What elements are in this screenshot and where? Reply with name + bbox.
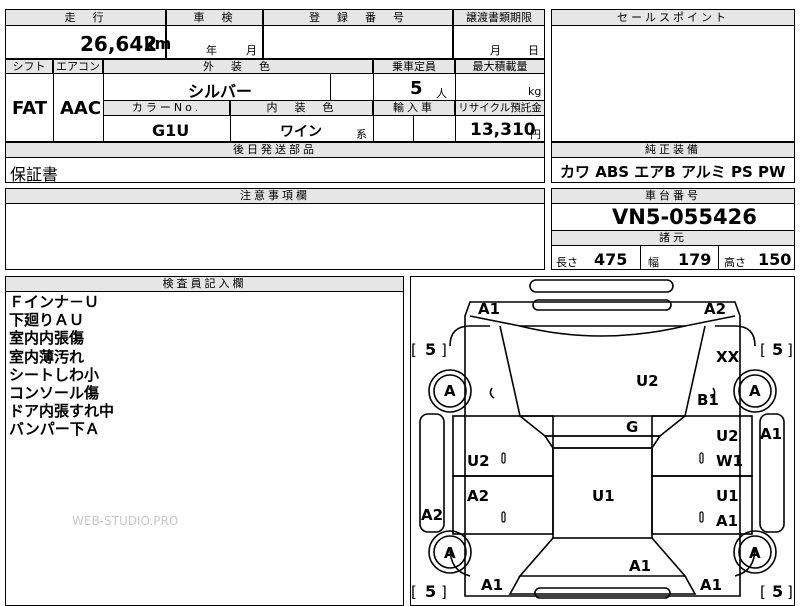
sales-point-header: セールスポイント	[551, 9, 795, 26]
transfer-month-unit: 月	[490, 44, 501, 57]
mark-left-sill: A2	[421, 506, 444, 524]
color-no-divider	[230, 116, 231, 142]
length-label: 長さ	[556, 256, 578, 269]
tire-br-close: ]	[787, 583, 793, 601]
inspector-line: シートしわ小	[9, 365, 100, 384]
inspector-line: 室内内張傷	[9, 329, 85, 348]
transfer-header: 譲渡書類期限	[453, 9, 545, 26]
color-no-header: カラーNo.	[103, 100, 230, 116]
interior-color-header: 内 装 色	[230, 100, 373, 116]
mark-rear-right-wheel: A	[749, 544, 761, 562]
exterior-color-header: 外 装 色	[103, 59, 373, 74]
inspection-header: 車 検	[166, 9, 263, 26]
dimensions-header: 諸元	[551, 230, 795, 246]
mark-rear-right-corner: A1	[700, 576, 723, 594]
shift-value: FAT	[12, 98, 48, 119]
ac-value: AAC	[60, 98, 102, 119]
mark-right-a-pillar: A1	[760, 425, 783, 443]
mark-front-right-door-lower: W1	[716, 452, 743, 470]
sales-point-cell	[551, 9, 795, 142]
exterior-color-box	[330, 74, 331, 100]
tire-br-open: [	[760, 583, 766, 601]
import-header: 輸入車	[373, 100, 455, 116]
interior-color-value: ワイン	[280, 124, 322, 140]
tire-tl-open: [	[411, 341, 417, 359]
recycle-header: リサイクル預託金	[455, 100, 545, 116]
interior-color-suffix: 系	[356, 128, 367, 141]
mark-front-right-wheel: A	[749, 382, 761, 400]
equipment-header: 純正装備	[551, 142, 795, 158]
mark-roof: U1	[592, 487, 615, 505]
mark-windshield: G	[626, 418, 639, 436]
inspector-line: 室内薄汚れ	[9, 347, 85, 366]
chassis-header: 車台番号	[551, 188, 795, 204]
capacity-header: 乗車定員	[373, 59, 455, 74]
width-label: 幅	[648, 256, 659, 269]
tire-tr-value: 5	[772, 340, 784, 359]
mark-front-right-corner: A2	[704, 300, 727, 318]
inspection-month-unit: 月	[246, 44, 257, 57]
max-load-header: 最大積載量	[455, 59, 545, 74]
width-value: 179	[678, 250, 712, 269]
height-value: 150	[758, 250, 792, 269]
tire-bl-open: [	[411, 583, 417, 601]
mark-xx: XX	[716, 348, 740, 366]
inspector-header: 検査員記入欄	[5, 276, 404, 292]
mark-front-right-door-upper: U2	[716, 427, 739, 445]
inspector-line: 下廻りＡＵ	[9, 311, 85, 330]
color-no-value: G1U	[152, 121, 190, 140]
mark-rear-left-door: A2	[467, 487, 490, 505]
mark-hood: U2	[636, 372, 659, 390]
inspector-line: バンパー下Ａ	[9, 420, 100, 439]
mark-front-left-wheel: A	[444, 382, 456, 400]
mark-rear-right-door-upper: U1	[716, 487, 739, 505]
capacity-value: 5	[410, 78, 423, 99]
tire-br-value: 5	[772, 582, 784, 601]
inspection-year-unit: 年	[206, 44, 217, 57]
tire-tr-close: ]	[787, 341, 793, 359]
tire-bl-value: 5	[425, 582, 437, 601]
exterior-color-value: シルバー	[188, 82, 253, 101]
capacity-unit: 人	[436, 87, 447, 100]
tire-tl-close: ]	[441, 341, 447, 359]
chassis-value: VN5-055426	[612, 205, 757, 229]
shift-divider	[53, 74, 54, 142]
mark-front-left-corner: A1	[478, 300, 501, 318]
shift-header: シフト	[5, 59, 53, 74]
inspector-line: コンソール傷	[9, 384, 100, 403]
inspector-line: ドア内張すれ中	[9, 402, 115, 421]
registration-header: 登 録 番 号	[263, 9, 453, 26]
recycle-value: 13,310	[470, 120, 536, 140]
mark-rear-right-door-lower: A1	[716, 512, 739, 530]
mark-front-left-door: U2	[467, 452, 490, 470]
inspector-lines: Ｆインナ－Ｕ 下廻りＡＵ 室内内張傷 室内薄汚れ シートしわ小 コンソール傷 ド…	[9, 293, 114, 439]
ac-header: エアコン	[53, 59, 103, 74]
equipment-value: カワ ABS エアB アルミ PS PW	[560, 163, 786, 181]
tire-bl-close: ]	[441, 583, 447, 601]
transfer-day-unit: 日	[528, 44, 539, 57]
import-divider	[413, 116, 414, 142]
height-label: 高さ	[724, 256, 746, 269]
watermark: WEB-STUDIO.PRO	[72, 514, 179, 528]
tire-tr-open: [	[760, 341, 766, 359]
later-parts-value: 保証書	[10, 165, 59, 184]
inspector-line: Ｆインナ－Ｕ	[9, 293, 100, 311]
dim-divider-2	[718, 246, 719, 270]
mileage-header: 走 行	[5, 9, 166, 26]
load-unit: kg	[528, 85, 542, 98]
mark-front-right-fender: B1	[697, 391, 719, 409]
mark-rear-left-corner: A1	[481, 576, 504, 594]
mark-rear-left-wheel: A	[444, 544, 456, 562]
notes-header: 注意事項欄	[5, 188, 545, 204]
dim-divider-1	[640, 246, 641, 270]
mark-trunk: A1	[629, 557, 652, 575]
later-parts-header: 後日発送部品	[5, 142, 545, 158]
length-value: 475	[594, 250, 628, 269]
recycle-unit: 円	[530, 128, 541, 141]
tire-tl-value: 5	[425, 340, 437, 359]
